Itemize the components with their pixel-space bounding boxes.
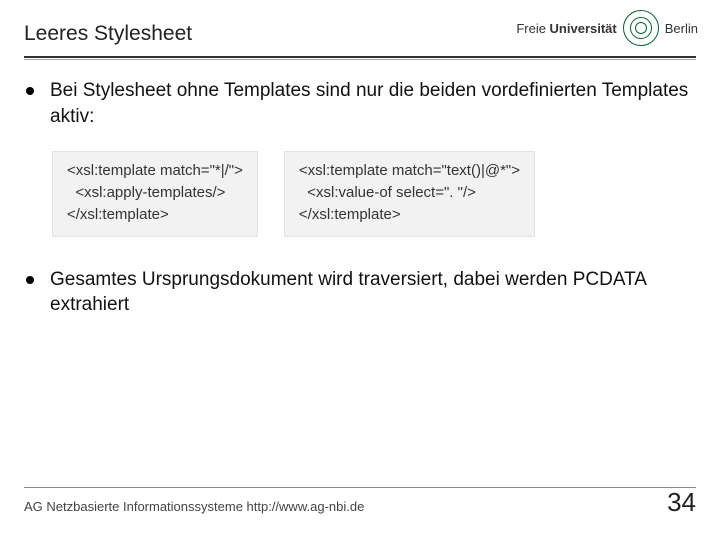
page-number: 34 xyxy=(667,487,696,518)
code-box-right: <xsl:template match="text()|@*"> <xsl:va… xyxy=(284,151,535,236)
slide-footer: AG Netzbasierte Informationssysteme http… xyxy=(24,487,696,518)
logo-city: Berlin xyxy=(665,21,698,36)
university-logo: Freie Universität Berlin xyxy=(516,10,698,46)
footer-text: AG Netzbasierte Informationssysteme http… xyxy=(24,499,364,514)
slide-header: Leeres Stylesheet Freie Universität Berl… xyxy=(0,0,720,52)
bullet-icon xyxy=(26,276,34,284)
bullet-text: Bei Stylesheet ohne Templates sind nur d… xyxy=(50,78,694,129)
slide-body: Bei Stylesheet ohne Templates sind nur d… xyxy=(0,60,720,318)
logo-text: Freie Universität xyxy=(516,21,616,36)
bullet-text: Gesamtes Ursprungsdokument wird traversi… xyxy=(50,267,694,318)
bullet-item: Gesamtes Ursprungsdokument wird traversi… xyxy=(26,267,694,318)
bullet-item: Bei Stylesheet ohne Templates sind nur d… xyxy=(26,78,694,129)
code-box-left: <xsl:template match="*|/"> <xsl:apply-te… xyxy=(52,151,258,236)
seal-icon xyxy=(623,10,659,46)
code-row: <xsl:template match="*|/"> <xsl:apply-te… xyxy=(52,151,694,236)
bullet-icon xyxy=(26,87,34,95)
